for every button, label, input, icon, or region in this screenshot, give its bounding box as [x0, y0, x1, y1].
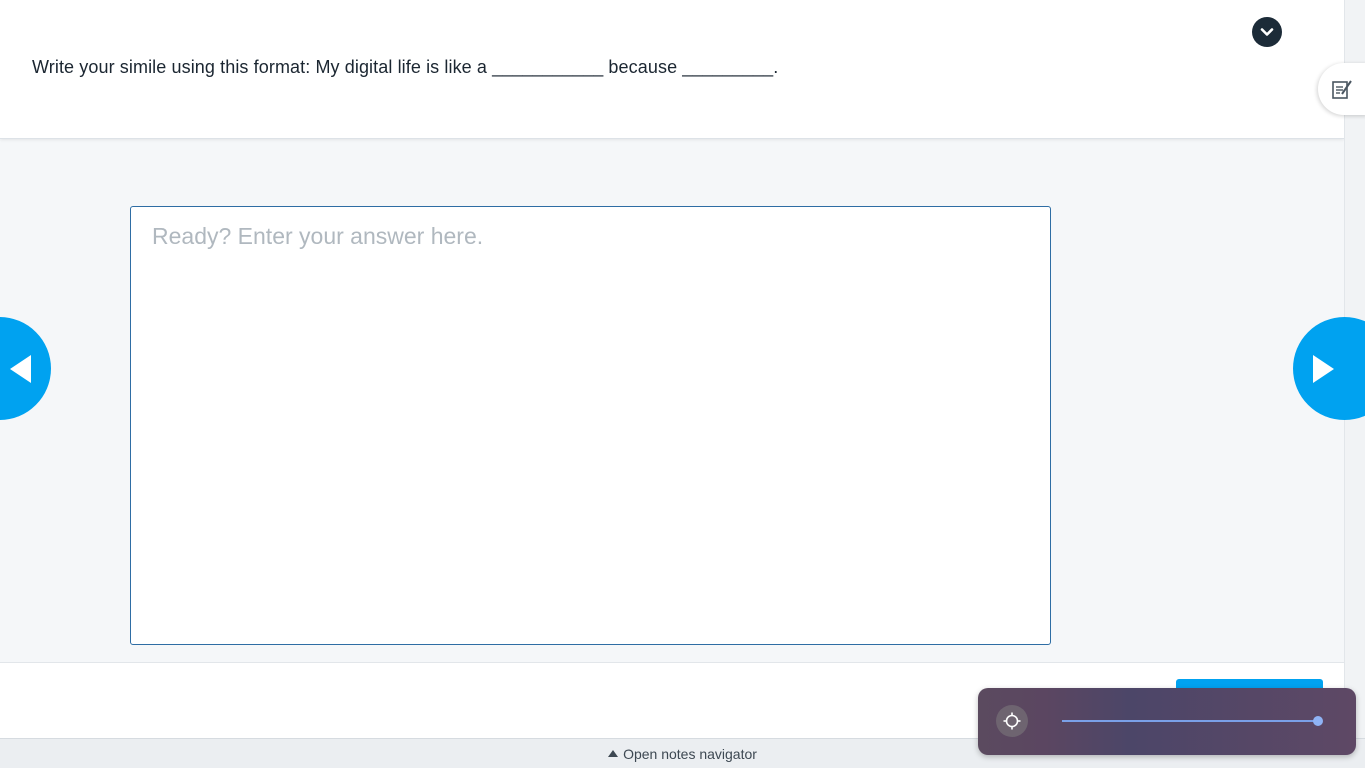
- widget-settings-button[interactable]: [996, 705, 1028, 737]
- widget-slider-track[interactable]: [1062, 720, 1318, 722]
- floating-control-widget: [978, 688, 1356, 755]
- widget-slider-handle[interactable]: [1313, 716, 1323, 726]
- triangle-right-icon: [1313, 355, 1334, 383]
- notes-navigator-label: Open notes navigator: [623, 745, 757, 762]
- caret-up-icon: [608, 750, 619, 757]
- gear-icon: [1003, 712, 1021, 730]
- next-button[interactable]: [1293, 317, 1365, 420]
- prompt-panel: Write your simile using this format: My …: [0, 0, 1344, 139]
- prompt-text: Write your simile using this format: My …: [32, 57, 779, 77]
- notes-tab-button[interactable]: [1318, 63, 1365, 115]
- chevron-down-icon: [1260, 28, 1274, 36]
- note-edit-icon: [1332, 80, 1352, 99]
- answer-input[interactable]: [130, 206, 1051, 645]
- collapse-button[interactable]: [1252, 17, 1282, 47]
- triangle-left-icon: [10, 355, 31, 383]
- previous-button[interactable]: [0, 317, 51, 420]
